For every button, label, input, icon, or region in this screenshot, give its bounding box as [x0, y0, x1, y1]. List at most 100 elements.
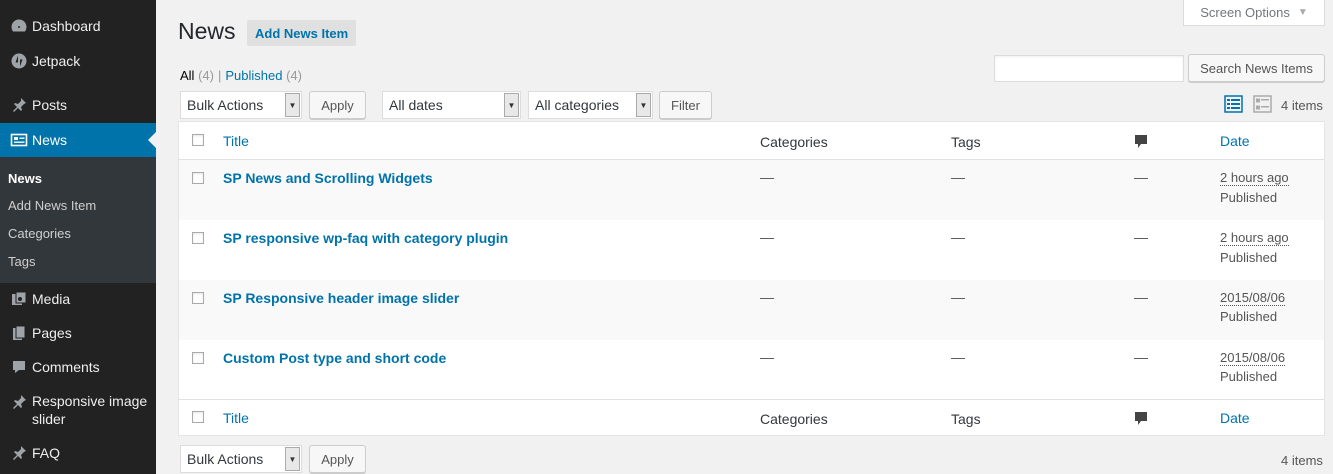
menu-comments[interactable]: Comments — [0, 350, 156, 384]
menu-label: Dashboard — [32, 18, 101, 34]
menu-label: Pages — [32, 325, 72, 341]
dates-value: All dates — [389, 97, 443, 113]
row-checkbox[interactable] — [192, 292, 204, 304]
table-footer: Title Categories Tags Date — [179, 399, 1324, 437]
categories-select[interactable]: All categories ▼ — [528, 91, 653, 119]
apply-button[interactable]: Apply — [309, 91, 366, 119]
menu-faq[interactable]: FAQ — [0, 436, 156, 470]
menu-label: Responsive image slider — [32, 393, 148, 427]
add-news-item-button[interactable]: Add News Item — [247, 20, 357, 46]
row-date: 2 hours ago — [1220, 230, 1289, 246]
row-comments: — — [1134, 349, 1148, 365]
column-title-footer[interactable]: Title — [223, 410, 249, 426]
admin-sidebar: Dashboard Jetpack Posts News News Add Ne… — [0, 0, 156, 474]
filter-published-label: Published — [225, 68, 283, 83]
row-categories: — — [760, 169, 774, 185]
caret-down-icon: ▼ — [1297, 7, 1308, 18]
items-count: 4 items — [1281, 98, 1323, 113]
pin-icon — [0, 392, 32, 411]
row-tags: — — [951, 289, 965, 305]
row-title-link[interactable]: SP responsive wp-faq with category plugi… — [223, 230, 508, 246]
submenu-item-add-news[interactable]: Add News Item — [8, 198, 96, 213]
submenu-item-news[interactable]: News — [8, 171, 42, 186]
column-categories-footer: Categories — [760, 411, 828, 427]
bulk-actions-value: Bulk Actions — [187, 97, 264, 113]
list-view-icon[interactable] — [1224, 95, 1243, 116]
row-comments: — — [1134, 289, 1148, 305]
menu-pages[interactable]: Pages — [0, 316, 156, 350]
row-checkbox[interactable] — [192, 352, 204, 364]
column-date-header[interactable]: Date — [1220, 133, 1250, 149]
dropdown-arrow-icon: ▼ — [285, 93, 300, 117]
filter-all-label: All — [180, 68, 195, 83]
screen-options-button[interactable]: Screen Options ▼ — [1183, 0, 1325, 26]
row-tags: — — [951, 349, 965, 365]
media-icon — [0, 290, 32, 308]
filter-button[interactable]: Filter — [659, 91, 712, 119]
submenu-item-tags[interactable]: Tags — [8, 254, 35, 269]
comment-bubble-icon[interactable] — [1134, 411, 1148, 430]
search-news-items-button[interactable]: Search News Items — [1188, 54, 1325, 82]
column-categories-header: Categories — [760, 134, 828, 150]
dashboard-icon — [0, 17, 32, 35]
search-input[interactable] — [994, 55, 1184, 82]
row-categories: — — [760, 229, 774, 245]
table-row: SP Responsive header image slider — — — … — [179, 280, 1324, 340]
pin-icon — [0, 96, 32, 114]
row-status: Published — [1220, 369, 1278, 384]
menu-label: News — [32, 132, 68, 148]
comment-bubble-icon[interactable] — [1134, 134, 1148, 153]
row-status: Published — [1220, 309, 1278, 324]
row-title-link[interactable]: SP News and Scrolling Widgets — [223, 170, 433, 186]
row-checkbox[interactable] — [192, 232, 204, 244]
dates-select[interactable]: All dates ▼ — [382, 91, 521, 119]
apply-button-bottom[interactable]: Apply — [309, 445, 366, 473]
news-submenu: News Add News Item Categories Tags — [0, 157, 156, 283]
row-tags: — — [951, 169, 965, 185]
row-checkbox[interactable] — [192, 172, 204, 184]
excerpt-view-icon[interactable] — [1253, 95, 1272, 116]
filter-published-link[interactable]: Published (4) — [225, 68, 302, 83]
row-status: Published — [1220, 190, 1278, 205]
screen-options-label: Screen Options — [1200, 5, 1290, 20]
row-title-link[interactable]: Custom Post type and short code — [223, 350, 446, 366]
row-date: 2 hours ago — [1220, 170, 1289, 186]
row-title-link[interactable]: SP Responsive header image slider — [223, 290, 459, 306]
filter-all-link[interactable]: All (4) — [180, 68, 214, 83]
table-row: SP News and Scrolling Widgets — — — 2 ho… — [179, 160, 1324, 220]
bulk-actions-select-bottom[interactable]: Bulk Actions ▼ — [180, 445, 302, 473]
row-status: Published — [1220, 250, 1278, 265]
column-tags-header: Tags — [951, 134, 981, 150]
select-all-checkbox[interactable] — [192, 411, 204, 423]
filter-published-count: (4) — [286, 68, 302, 83]
filter-all-count: (4) — [198, 68, 214, 83]
status-filters: All (4) | Published (4) — [180, 68, 302, 83]
page-title: News — [178, 18, 236, 44]
select-all-checkbox[interactable] — [192, 134, 204, 146]
row-categories: — — [760, 349, 774, 365]
row-tags: — — [951, 229, 965, 245]
row-comments: — — [1134, 169, 1148, 185]
menu-label: Media — [32, 291, 71, 307]
menu-responsive-image-slider[interactable]: Responsive image slider — [0, 385, 156, 431]
filter-separator: | — [217, 68, 222, 83]
row-date: 2015/08/06 — [1220, 290, 1286, 306]
menu-label: FAQ — [32, 445, 61, 461]
bulk-actions-select[interactable]: Bulk Actions ▼ — [180, 91, 302, 119]
menu-news[interactable]: News — [0, 123, 156, 157]
view-switch — [1224, 95, 1272, 116]
menu-media[interactable]: Media — [0, 282, 156, 316]
column-title-header[interactable]: Title — [223, 133, 249, 149]
pages-icon — [0, 324, 32, 342]
menu-label: Posts — [32, 97, 68, 113]
menu-posts[interactable]: Posts — [0, 88, 156, 122]
table-row: Custom Post type and short code — — — 20… — [179, 340, 1324, 400]
column-date-footer[interactable]: Date — [1220, 410, 1250, 426]
menu-jetpack[interactable]: Jetpack — [0, 44, 156, 78]
row-categories: — — [760, 289, 774, 305]
submenu-item-categories[interactable]: Categories — [8, 226, 71, 241]
menu-dashboard[interactable]: Dashboard — [0, 9, 156, 43]
dropdown-arrow-icon: ▼ — [504, 93, 519, 117]
comments-icon — [0, 358, 32, 376]
items-count-bottom: 4 items — [1281, 453, 1323, 468]
